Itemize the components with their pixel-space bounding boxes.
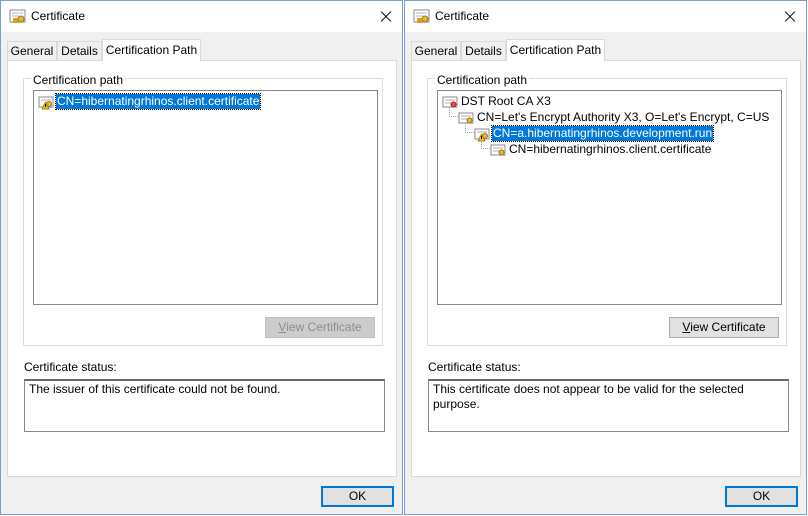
tab-details[interactable]: Details xyxy=(57,41,102,60)
close-button[interactable] xyxy=(774,1,804,32)
tree-connector xyxy=(481,148,490,149)
view-certificate-label: iew Certificate xyxy=(286,320,362,334)
certificate-status-text: This certificate does not appear to be v… xyxy=(428,379,789,432)
title-bar: Certificate xyxy=(1,1,402,32)
tree-connector xyxy=(465,132,474,133)
window-title: Certificate xyxy=(435,9,490,23)
certificate-warning-icon xyxy=(38,96,54,110)
tree-item-label: CN=hibernatingrhinos.client.certificate xyxy=(54,93,262,110)
certificate-dialog-right: Certificate General Details Certificatio… xyxy=(404,0,807,515)
tree-item-label: DST Root CA X3 xyxy=(461,94,551,108)
certification-path-tree[interactable]: CN=hibernatingrhinos.client.certificate xyxy=(33,90,378,305)
certificate-warning-icon xyxy=(474,128,490,142)
tab-general[interactable]: General xyxy=(411,41,461,60)
ok-button[interactable]: OK xyxy=(725,486,798,507)
view-certificate-label: iew Certificate xyxy=(690,320,766,334)
tree-item-label: CN=hibernatingrhinos.client.certificate xyxy=(509,142,712,156)
certificate-status-label: Certificate status: xyxy=(24,360,117,374)
certificate-status-label: Certificate status: xyxy=(428,360,521,374)
certificate-dialog-left: Certificate General Details Certificatio… xyxy=(0,0,403,515)
ok-button[interactable]: OK xyxy=(321,486,394,507)
tab-panel: Certification path DST Root CA X3 CN=Let… xyxy=(411,60,801,477)
certificate-icon xyxy=(458,112,474,124)
tab-panel: Certification path CN=hibernatingrhinos.… xyxy=(7,60,397,477)
certificate-icon xyxy=(442,96,458,108)
view-certificate-button[interactable]: View Certificate xyxy=(265,317,375,338)
certificate-status-text: The issuer of this certificate could not… xyxy=(24,379,385,432)
certificate-icon xyxy=(490,144,506,156)
certificate-icon xyxy=(9,9,26,23)
title-bar: Certificate xyxy=(405,1,806,32)
tree-connector xyxy=(449,116,458,117)
group-label: Certification path xyxy=(435,73,530,87)
tab-general[interactable]: General xyxy=(7,41,57,60)
view-certificate-button[interactable]: View Certificate xyxy=(669,317,779,338)
tab-certification-path[interactable]: Certification Path xyxy=(102,39,201,61)
tree-item-label: CN=a.hibernatingrhinos.development.run xyxy=(490,125,715,142)
tab-details[interactable]: Details xyxy=(461,41,506,60)
close-button[interactable] xyxy=(370,1,400,32)
tab-certification-path[interactable]: Certification Path xyxy=(506,39,605,61)
group-label: Certification path xyxy=(31,73,126,87)
window-title: Certificate xyxy=(31,9,86,23)
certification-path-tree[interactable]: DST Root CA X3 CN=Let's Encrypt Authorit… xyxy=(437,90,782,305)
tree-item-label: CN=Let's Encrypt Authority X3, O=Let's E… xyxy=(477,110,770,124)
certificate-icon xyxy=(413,9,430,23)
